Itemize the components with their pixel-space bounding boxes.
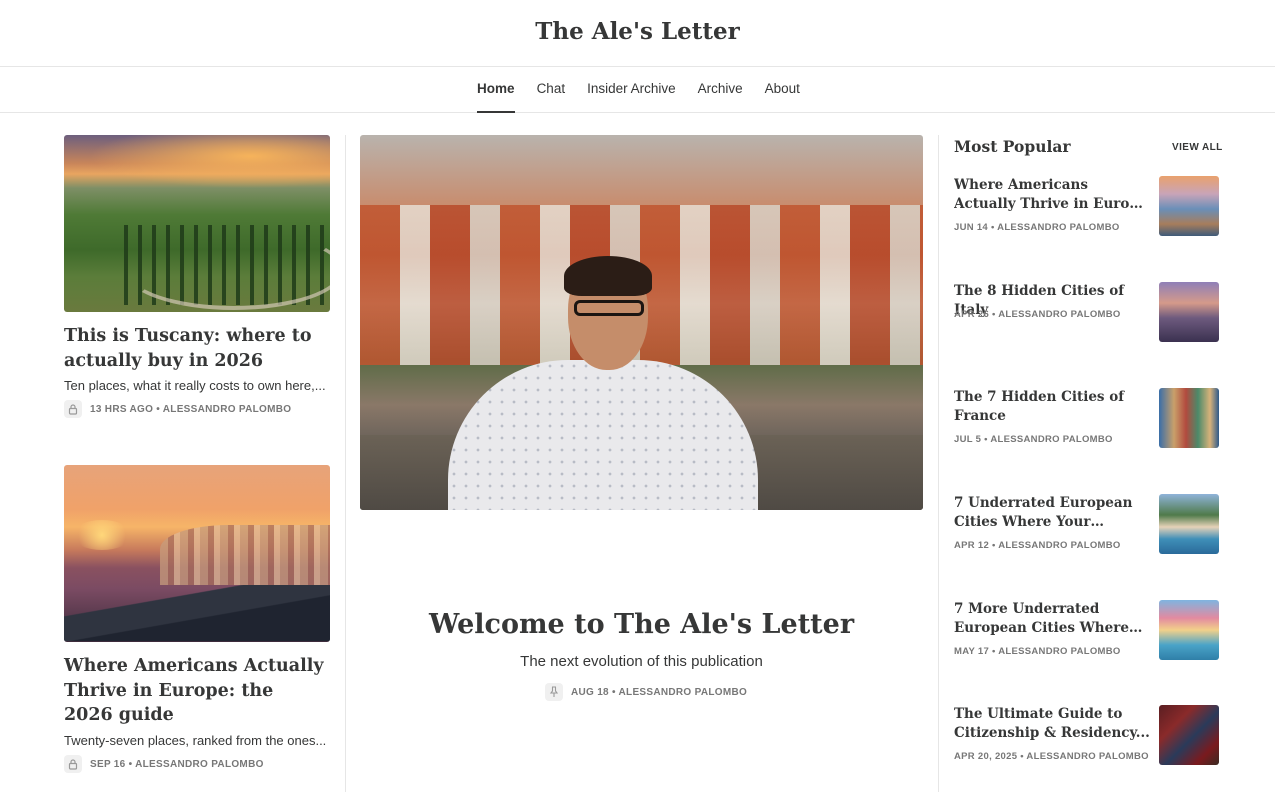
popular-item-title[interactable]: The 7 Hidden Cities of France [954, 388, 1150, 426]
featured-meta-text: AUG 18 • ALESSANDRO PALOMBO [571, 686, 748, 698]
popular-item-meta: APR 20, 2025 • ALESSANDRO PALOMBO [954, 751, 1149, 762]
popular-item-title[interactable]: The Ultimate Guide to Citizenship & Resi… [954, 705, 1150, 743]
nav-chat[interactable]: Chat [537, 67, 566, 113]
nav-home[interactable]: Home [477, 67, 515, 113]
site-title[interactable]: The Ale's Letter [0, 18, 1275, 45]
nav-insider-archive[interactable]: Insider Archive [587, 67, 676, 113]
popular-item-thumbnail[interactable] [1159, 176, 1219, 236]
popular-item-thumbnail[interactable] [1159, 494, 1219, 554]
post-meta-text: 13 HRS AGO • ALESSANDRO PALOMBO [90, 403, 292, 415]
featured-title[interactable]: Welcome to The Ale's Letter [360, 609, 923, 640]
post-meta: 13 HRS AGO • ALESSANDRO PALOMBO [64, 400, 291, 418]
column-divider [938, 135, 939, 792]
popular-item-title[interactable]: Where Americans Actually Thrive in Europ… [954, 176, 1150, 214]
post-meta-text: SEP 16 • ALESSANDRO PALOMBO [90, 758, 264, 770]
popular-item-thumbnail[interactable] [1159, 282, 1219, 342]
nav-archive[interactable]: Archive [698, 67, 743, 113]
popular-item-thumbnail[interactable] [1159, 600, 1219, 660]
author-photo [448, 256, 758, 510]
featured-subtitle: The next evolution of this publication [520, 653, 763, 670]
post-meta: SEP 16 • ALESSANDRO PALOMBO [64, 755, 264, 773]
site-header: The Ale's Letter [0, 0, 1275, 67]
lock-icon [64, 755, 82, 773]
popular-item-meta: MAY 17 • ALESSANDRO PALOMBO [954, 646, 1121, 657]
post-subtitle: Ten places, what it really costs to own … [64, 378, 326, 393]
popular-item-meta: JUN 14 • ALESSANDRO PALOMBO [954, 222, 1120, 233]
popular-item-meta: APR 12 • ALESSANDRO PALOMBO [954, 540, 1121, 551]
featured-meta: AUG 18 • ALESSANDRO PALOMBO [545, 683, 747, 701]
popular-item-thumbnail[interactable] [1159, 705, 1219, 765]
view-all-link[interactable]: VIEW ALL [1172, 142, 1223, 153]
popular-item-title[interactable]: 7 Underrated European Cities Where Your … [954, 494, 1150, 532]
lock-icon [64, 400, 82, 418]
featured-image[interactable] [360, 135, 923, 510]
popular-item-meta: APR 26 • ALESSANDRO PALOMBO [954, 309, 1121, 320]
post-title[interactable]: This is Tuscany: where to actually buy i… [64, 324, 334, 373]
main-nav: Home Chat Insider Archive Archive About [0, 67, 1275, 113]
column-divider [345, 135, 346, 792]
nav-about[interactable]: About [765, 67, 800, 113]
popular-item-title[interactable]: 7 More Underrated European Cities Where … [954, 600, 1150, 638]
popular-item-thumbnail[interactable] [1159, 388, 1219, 448]
post-subtitle: Twenty-seven places, ranked from the one… [64, 733, 327, 748]
post-image-tuscany[interactable] [64, 135, 330, 312]
post-image-porto[interactable] [64, 465, 330, 642]
popular-item-meta: JUL 5 • ALESSANDRO PALOMBO [954, 434, 1113, 445]
most-popular-heading: Most Popular [954, 137, 1071, 156]
pin-icon [545, 683, 563, 701]
post-title[interactable]: Where Americans Actually Thrive in Europ… [64, 654, 326, 728]
